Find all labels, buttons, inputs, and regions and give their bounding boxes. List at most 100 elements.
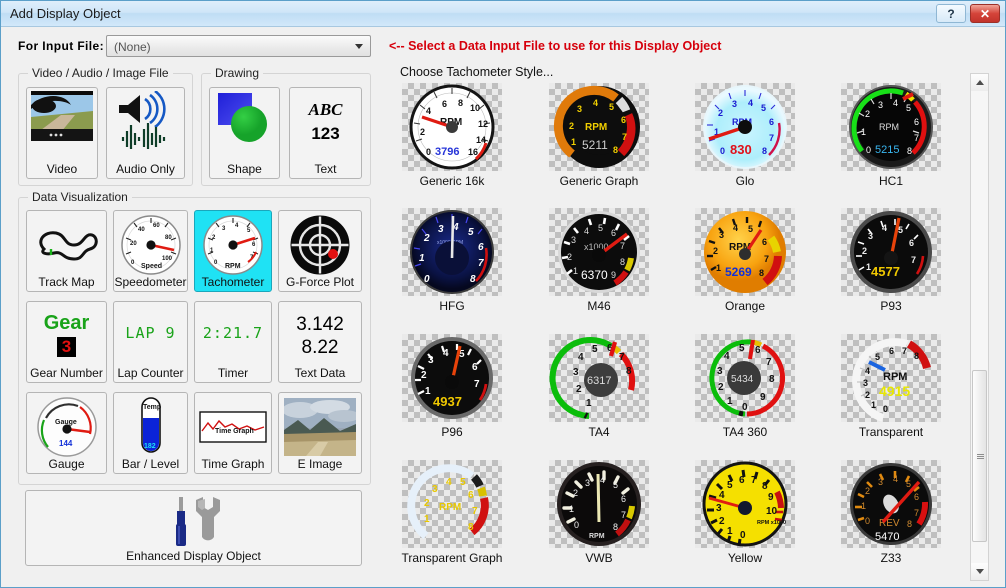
- tile-time-graph[interactable]: Time Graph Time Graph: [194, 392, 272, 474]
- tile-lap-counter[interactable]: LAP 9 Lap Counter: [113, 301, 188, 383]
- svg-text:3: 3: [428, 355, 434, 366]
- gallery-label-yellow: Yellow: [727, 551, 763, 565]
- svg-text:80: 80: [165, 235, 172, 241]
- gallery-item-p93[interactable]: 1 2 3 4 5 6 7 4577 P93: [836, 208, 946, 313]
- svg-text:7: 7: [619, 352, 625, 363]
- svg-text:0: 0: [883, 404, 888, 414]
- svg-text:8: 8: [907, 146, 912, 156]
- tile-audio-only[interactable]: Audio Only: [106, 87, 185, 179]
- gallery-label-m46: M46: [587, 299, 611, 313]
- svg-text:4: 4: [600, 475, 605, 485]
- gallery-item-generic-graph[interactable]: 1 2 3 4 5 6 7 8 RPM 5211 Generic Graph: [544, 83, 654, 188]
- svg-text:7: 7: [472, 506, 478, 517]
- tach-thumb-transparent: 0 1 2 3 4 5 6 7 8 RPM 4915: [841, 334, 941, 422]
- svg-text:0: 0: [424, 274, 430, 285]
- svg-text:5: 5: [748, 224, 753, 234]
- tile-speedometer[interactable]: 0 20 40 60 80 100 Speed Speedometer: [113, 210, 188, 292]
- gallery-item-z33[interactable]: 0 1 2 3 4 5 6 7 8 REV 5470 Z33: [836, 460, 946, 565]
- help-button[interactable]: ?: [936, 4, 966, 23]
- input-file-combobox[interactable]: (None): [106, 35, 371, 57]
- svg-text:1: 1: [861, 501, 866, 511]
- tach-thumb-generic-16k: 0 2 4 6 8 10 12 14 16 RPM 3796: [402, 83, 502, 171]
- lap-glyph: LAP 9: [125, 324, 176, 342]
- gallery-label-p93: P93: [880, 299, 902, 313]
- tile-timer[interactable]: 2:21.7 Timer: [194, 301, 272, 383]
- gallery-item-ta4-360[interactable]: 0 1 2 3 4 5 6 7 8 9 5434 TA4 360: [690, 334, 800, 439]
- svg-text:7: 7: [620, 241, 625, 251]
- landscape-photo-icon: [279, 398, 361, 456]
- gallery-item-m46[interactable]: 1 2 3 4 5 6 7 8 9 x1000 6370 M46: [544, 208, 654, 313]
- svg-text:3: 3: [585, 478, 590, 488]
- gallery-item-hc1[interactable]: 0 1 2 3 4 5 6 7 8 RPM 5215 HC1: [836, 83, 946, 188]
- time-graph-icon: Time Graph: [195, 411, 271, 443]
- svg-text:1: 1: [424, 514, 430, 525]
- svg-text:100: 100: [162, 256, 173, 262]
- tile-video[interactable]: Video: [26, 87, 98, 179]
- svg-text:5: 5: [598, 223, 603, 233]
- scrollbar-thumb[interactable]: [972, 370, 987, 542]
- gallery-label-ta4: TA4: [588, 425, 610, 439]
- svg-text:1: 1: [727, 396, 733, 407]
- svg-text:4: 4: [882, 223, 887, 233]
- gallery-item-transparent[interactable]: 0 1 2 3 4 5 6 7 8 RPM 4915 Transparent: [836, 334, 946, 439]
- speedometer-icon: 0 20 40 60 80 100 Speed: [114, 214, 187, 276]
- svg-text:4: 4: [446, 477, 452, 488]
- tile-text-data[interactable]: 3.142 8.22 Text Data: [278, 301, 362, 383]
- tile-e-image[interactable]: E Image: [278, 392, 362, 474]
- gallery-item-generic-16k[interactable]: 0 2 4 6 8 10 12 14 16 RPM 3796 Generic 1…: [397, 83, 507, 188]
- svg-text:3: 3: [577, 104, 582, 114]
- svg-text:182: 182: [144, 443, 156, 450]
- gallery-label-transparent: Transparent: [858, 425, 924, 439]
- svg-text:3: 3: [878, 477, 883, 487]
- svg-text:1: 1: [571, 137, 576, 147]
- tile-bar-level[interactable]: Temp 182 Bar / Level: [113, 392, 188, 474]
- svg-text:3: 3: [432, 484, 438, 495]
- svg-text:3: 3: [717, 366, 723, 377]
- abc-glyph: ABC: [308, 100, 343, 119]
- gallery-item-p96[interactable]: 1 2 3 4 5 6 7 4937 P96: [397, 334, 507, 439]
- svg-text:8: 8: [468, 522, 474, 533]
- gallery-item-yellow[interactable]: 0 1 2 3 4 5 6 7 8 9 10 RPM x1000 Yellow: [690, 460, 800, 565]
- gallery-item-transparent-graph[interactable]: 1 2 3 4 5 6 7 8 RPM Transparent Graph: [397, 460, 507, 565]
- tile-label-track-map: Track Map: [38, 275, 95, 289]
- close-button[interactable]: ✕: [970, 4, 1000, 23]
- svg-text:60: 60: [153, 223, 160, 229]
- svg-text:5211: 5211: [582, 138, 608, 152]
- tile-gauge[interactable]: Gauge 144 Gauge: [26, 392, 107, 474]
- 123-glyph: 123: [311, 124, 340, 143]
- input-file-label: For Input File:: [18, 39, 104, 53]
- tile-enhanced-display-object[interactable]: Enhanced Display Object: [25, 490, 362, 566]
- text-data-line2: 8.22: [301, 337, 339, 358]
- svg-text:2: 2: [573, 488, 578, 498]
- tile-shape[interactable]: Shape: [209, 87, 280, 179]
- scrollbar-up-button[interactable]: [971, 74, 988, 91]
- svg-text:2: 2: [567, 252, 572, 262]
- gallery-label-hfg: HFG: [439, 299, 465, 313]
- gallery-item-vwb[interactable]: 0 1 2 3 4 5 6 7 8 RPM VWB: [544, 460, 654, 565]
- group-title-data-visualization: Data Visualization: [28, 190, 132, 204]
- tile-text[interactable]: ABC 123 Text: [289, 87, 362, 179]
- tile-tachometer[interactable]: 0 1 2 3 4 5 6 7 RPM Tachometer: [194, 210, 272, 292]
- svg-text:5434: 5434: [731, 374, 754, 385]
- gallery-scrollbar[interactable]: [970, 73, 989, 581]
- tile-gear-number[interactable]: Gear 3 Gear Number: [26, 301, 107, 383]
- tile-track-map[interactable]: Track Map: [26, 210, 107, 292]
- lap-counter-icon: LAP 9: [114, 324, 187, 342]
- tile-label-shape: Shape: [227, 162, 262, 176]
- gallery-item-glo[interactable]: 0 1 2 3 4 5 6 7 8 RPM 830 Glo: [690, 83, 800, 188]
- svg-text:4: 4: [593, 98, 598, 108]
- svg-text:4: 4: [584, 226, 589, 236]
- gallery-item-hfg[interactable]: 0 1 2 3 4 5 6 7 8 x1000 RPM HFG: [397, 208, 507, 313]
- svg-text:4577: 4577: [871, 264, 900, 279]
- svg-text:0: 0: [720, 146, 725, 156]
- svg-text:7: 7: [751, 475, 757, 486]
- gallery-item-ta4[interactable]: 1 2 3 4 5 6 7 8 6317 TA4: [544, 334, 654, 439]
- window-title: Add Display Object: [10, 6, 121, 21]
- add-display-object-dialog: Add Display Object ? ✕ For Input File: (…: [0, 0, 1006, 588]
- scrollbar-down-button[interactable]: [971, 563, 988, 580]
- svg-text:5: 5: [609, 102, 614, 112]
- tile-g-force-plot[interactable]: G-Force Plot: [278, 210, 362, 292]
- select-input-file-hint: <-- Select a Data Input File to use for …: [389, 39, 722, 53]
- gallery-item-orange[interactable]: 1 2 3 4 5 6 7 8 RPM 5269 Orange: [690, 208, 800, 313]
- svg-text:7: 7: [766, 357, 772, 368]
